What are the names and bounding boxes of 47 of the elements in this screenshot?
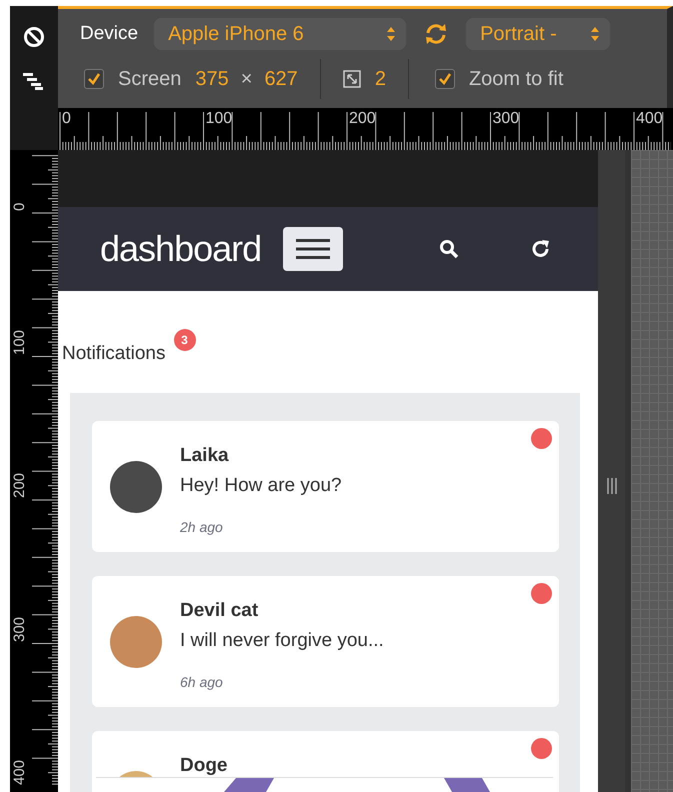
sender-name: Doge <box>180 755 228 777</box>
screen-checkbox[interactable] <box>84 69 104 89</box>
notifications-heading: Notifications <box>62 343 166 365</box>
height-value[interactable]: 627 <box>264 68 298 90</box>
sender-name: Devil cat <box>180 600 260 622</box>
ruler-label: 300 <box>12 615 28 642</box>
ruler-label: 0 <box>12 202 28 211</box>
screen-label: Screen <box>118 68 182 90</box>
zoom-checkbox[interactable] <box>434 69 455 89</box>
message-text: Hey! How are you? <box>180 475 342 497</box>
notification-card[interactable]: Laika Hey! How are you? 2h ago <box>92 421 559 552</box>
avatar-photo-placeholder <box>110 616 162 668</box>
device-select[interactable]: Apple iPhone 6 <box>154 18 406 50</box>
search-icon[interactable] <box>439 239 460 259</box>
width-value[interactable]: 375 <box>195 68 229 90</box>
ruler-label: 300 <box>492 110 520 128</box>
avatar-photo-placeholder <box>110 460 162 512</box>
menu-button[interactable] <box>283 227 344 271</box>
ruler-label: 0 <box>62 110 71 128</box>
grip-icon <box>606 478 616 494</box>
ruler-label: 100 <box>12 328 28 354</box>
zoom-to-fit-label: Zoom to fit <box>468 68 564 90</box>
block-icon[interactable] <box>23 26 45 48</box>
rotate-icon[interactable] <box>424 22 448 46</box>
message-text: I will never forgive you... <box>180 630 384 652</box>
resize-icon <box>342 70 361 88</box>
ruler-label: 400 <box>12 758 28 785</box>
up-down-caret-icon <box>386 26 396 42</box>
timestamp: 6h ago <box>180 674 224 690</box>
app-title: dashboard <box>100 228 262 270</box>
timestamp: 2h ago <box>180 519 224 535</box>
stepped-lines-icon[interactable] <box>23 72 45 90</box>
notification-card[interactable]: Devil cat I will never forgive you... 6h ago <box>92 576 559 707</box>
ruler-label: 200 <box>12 472 28 498</box>
ruler-label: 100 <box>206 110 232 128</box>
sender-name: Laika <box>180 445 230 467</box>
device-label: Device <box>80 23 138 45</box>
up-down-caret-icon <box>590 26 600 42</box>
refresh-icon[interactable] <box>531 239 552 259</box>
times-sign: × <box>240 68 252 90</box>
notification-count-badge: 3 <box>174 329 196 351</box>
orientation-select[interactable]: Portrait - <box>466 18 610 50</box>
resize-handle[interactable] <box>598 150 625 792</box>
ruler-label: 200 <box>349 110 376 128</box>
menu-icon <box>296 238 330 260</box>
scale-value[interactable]: 2 <box>374 68 386 90</box>
ruler-label: 400 <box>636 110 663 128</box>
